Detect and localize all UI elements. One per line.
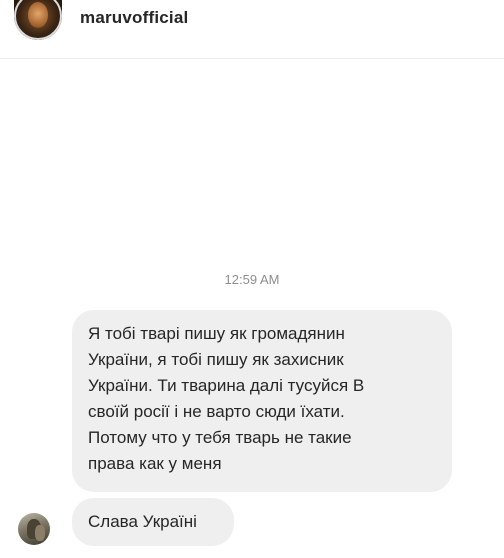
chat-header: maruvofficial [0, 0, 504, 59]
avatar-photo [28, 2, 48, 28]
username-label[interactable]: maruvofficial [80, 8, 188, 28]
sender-avatar[interactable] [18, 513, 50, 545]
message-line: України, я тобі пишу як захисник [88, 350, 344, 369]
message-bubble: Я тобі тварі пишу як громадянин України,… [72, 310, 452, 492]
profile-avatar[interactable] [14, 0, 62, 40]
message-bubble: Слава Україні [72, 498, 234, 546]
message-line: України. Ти тварина далі тусуйся В [88, 376, 365, 395]
avatar-photo-detail [35, 525, 45, 541]
message-line: Я тобі тварі пишу як громадянин [88, 324, 345, 343]
message-line: права как у меня [88, 454, 222, 473]
message-timestamp: 12:59 AM [224, 272, 280, 287]
message-line: своїй росії і не варто сюди їхати. [88, 402, 345, 421]
message-line: Слава Україні [88, 512, 197, 531]
message-line: Потому что у тебя тварь не такие [88, 428, 352, 447]
